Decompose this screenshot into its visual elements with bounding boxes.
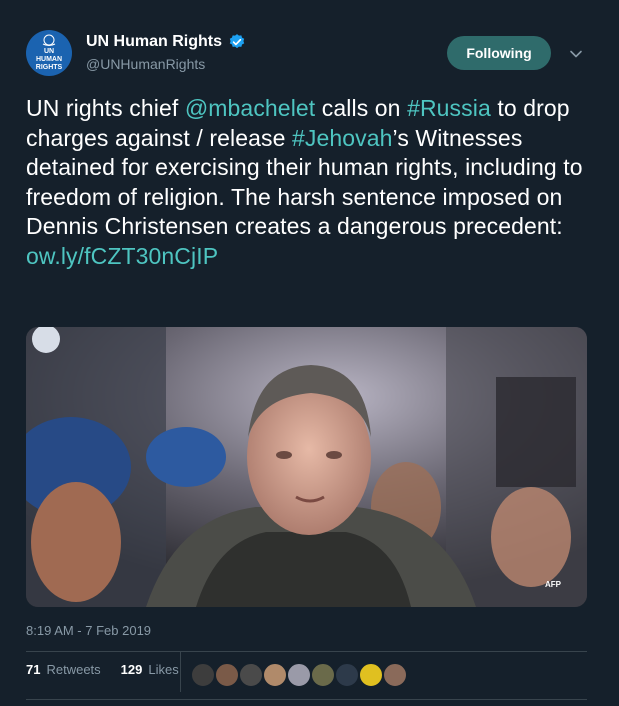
liker-avatar[interactable] bbox=[382, 662, 408, 688]
likes-count[interactable]: 129 bbox=[121, 662, 143, 677]
likes-label[interactable]: Likes bbox=[148, 662, 178, 677]
liker-avatar[interactable] bbox=[190, 662, 216, 688]
liker-avatar[interactable] bbox=[238, 662, 264, 688]
liker-avatar[interactable] bbox=[334, 662, 360, 688]
tweet-stats: 71 Retweets 129 Likes bbox=[26, 662, 179, 677]
verified-badge-icon bbox=[229, 34, 245, 49]
mention-link[interactable]: @mbachelet bbox=[185, 95, 315, 121]
tweet-text: UN rights chief @mbachelet calls on #Rus… bbox=[26, 94, 596, 271]
liker-avatar[interactable] bbox=[262, 662, 288, 688]
text-segment: calls on bbox=[315, 95, 408, 121]
account-avatar[interactable]: UN HUMAN RIGHTS bbox=[26, 30, 72, 76]
display-name[interactable]: UN Human Rights bbox=[86, 33, 222, 51]
un-emblem-icon bbox=[42, 34, 56, 46]
avatar-line-3: RIGHTS bbox=[35, 64, 63, 71]
divider bbox=[26, 699, 587, 700]
account-info: UN Human Rights @UNHumanRights bbox=[86, 33, 246, 72]
liker-avatars bbox=[190, 662, 408, 688]
liker-avatar[interactable] bbox=[214, 662, 240, 688]
avatar-line-2: HUMAN bbox=[35, 56, 63, 63]
chevron-down-icon[interactable] bbox=[568, 46, 584, 62]
text-segment: UN rights chief bbox=[26, 95, 185, 121]
account-handle[interactable]: @UNHumanRights bbox=[86, 56, 246, 72]
avatar-line-1: UN bbox=[43, 48, 55, 55]
photo-watermark: AFP bbox=[545, 580, 561, 589]
liker-avatar[interactable] bbox=[286, 662, 312, 688]
divider bbox=[26, 651, 587, 652]
following-button[interactable]: Following bbox=[447, 36, 551, 70]
tweet-card: UN HUMAN RIGHTS UN Human Rights @UNHuman… bbox=[0, 0, 619, 706]
photo-illustration bbox=[26, 327, 587, 607]
retweets-count[interactable]: 71 bbox=[26, 662, 40, 677]
hashtag-link-jehovah[interactable]: #Jehovah bbox=[292, 125, 393, 151]
tweet-timestamp[interactable]: 8:19 AM - 7 Feb 2019 bbox=[26, 623, 151, 638]
url-link[interactable]: ow.ly/fCZT30nCjIP bbox=[26, 243, 218, 269]
liker-avatar[interactable] bbox=[358, 662, 384, 688]
retweets-label[interactable]: Retweets bbox=[46, 662, 100, 677]
stats-separator bbox=[180, 652, 181, 692]
liker-avatar[interactable] bbox=[310, 662, 336, 688]
tweet-photo[interactable]: AFP bbox=[26, 327, 587, 607]
hashtag-link-russia[interactable]: #Russia bbox=[407, 95, 491, 121]
